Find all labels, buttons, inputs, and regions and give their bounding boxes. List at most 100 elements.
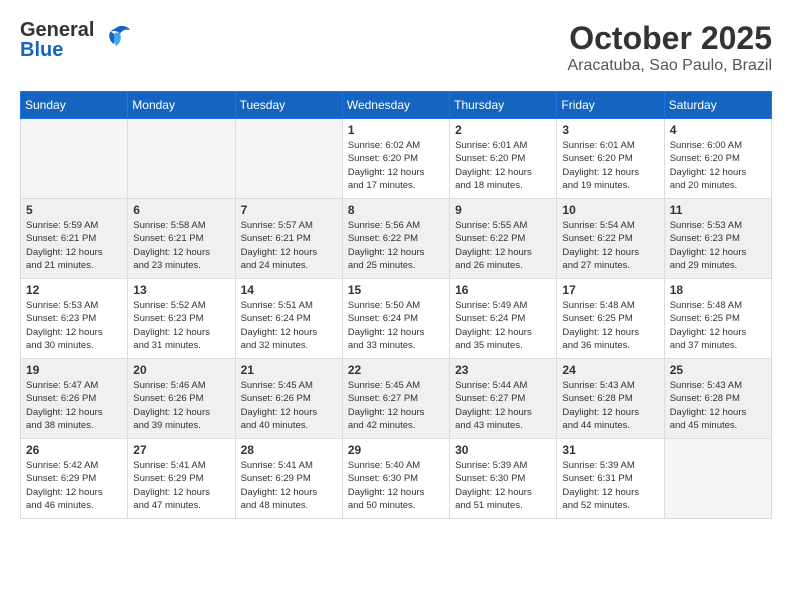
calendar-day-cell: 26 Sunrise: 5:42 AM Sunset: 6:29 PM Dayli… bbox=[21, 439, 128, 519]
day-info: Sunrise: 5:57 AM Sunset: 6:21 PM Dayligh… bbox=[241, 219, 337, 272]
day-number: 31 bbox=[562, 443, 658, 457]
subtitle: Aracatuba, Sao Paulo, Brazil bbox=[567, 57, 772, 75]
day-info: Sunrise: 5:47 AM Sunset: 6:26 PM Dayligh… bbox=[26, 379, 122, 432]
calendar-day-cell: 16Sunrise: 5:49 AM Sunset: 6:24 PM Dayli… bbox=[450, 279, 557, 359]
day-info: Sunrise: 5:56 AM Sunset: 6:22 PM Dayligh… bbox=[348, 219, 444, 272]
calendar-day-cell: 24 Sunrise: 5:43 AM Sunset: 6:28 PM Dayli… bbox=[557, 359, 664, 439]
month-title: October 2025 bbox=[567, 20, 772, 57]
day-number: 2 bbox=[455, 123, 551, 137]
day-info: Sunrise: 5:41 AM Sunset: 6:29 PM Dayligh… bbox=[241, 459, 337, 512]
day-number: 8 bbox=[348, 203, 444, 217]
day-number: 21 bbox=[241, 363, 337, 377]
day-number: 29 bbox=[348, 443, 444, 457]
day-info: Sunrise: 5:44 AM Sunset: 6:27 PM Dayligh… bbox=[455, 379, 551, 432]
day-number: 20 bbox=[133, 363, 229, 377]
day-number: 23 bbox=[455, 363, 551, 377]
day-info: Sunrise: 5:39 AM Sunset: 6:31 PM Dayligh… bbox=[562, 459, 658, 512]
day-number: 26 bbox=[26, 443, 122, 457]
day-number: 15 bbox=[348, 283, 444, 297]
calendar-day-cell: 7 Sunrise: 5:57 AM Sunset: 6:21 PM Daylig… bbox=[235, 199, 342, 279]
calendar-day-cell: 12 Sunrise: 5:53 AM Sunset: 6:23 PM Dayli… bbox=[21, 279, 128, 359]
day-number: 5 bbox=[26, 203, 122, 217]
day-info: Sunrise: 5:54 AM Sunset: 6:22 PM Dayligh… bbox=[562, 219, 658, 272]
calendar-day-cell: 15 Sunrise: 5:50 AM Sunset: 6:24 PM Dayli… bbox=[342, 279, 449, 359]
day-info: Sunrise: 5:42 AM Sunset: 6:29 PM Dayligh… bbox=[26, 459, 122, 512]
day-number: 28 bbox=[241, 443, 337, 457]
weekday-header-sunday: Sunday bbox=[21, 92, 128, 119]
day-number: 11 bbox=[670, 203, 766, 217]
day-number: 3 bbox=[562, 123, 658, 137]
day-number: 13 bbox=[133, 283, 229, 297]
calendar-day-cell: 6 Sunrise: 5:58 AM Sunset: 6:21 PM Daylig… bbox=[128, 199, 235, 279]
calendar-day-cell: 3Sunrise: 6:01 AM Sunset: 6:20 PM Daylig… bbox=[557, 119, 664, 199]
day-info: Sunrise: 6:00 AM Sunset: 6:20 PM Dayligh… bbox=[670, 139, 766, 192]
day-number: 6 bbox=[133, 203, 229, 217]
calendar-day-cell: 27 Sunrise: 5:41 AM Sunset: 6:29 PM Dayli… bbox=[128, 439, 235, 519]
calendar-day-cell: 17Sunrise: 5:48 AM Sunset: 6:25 PM Dayli… bbox=[557, 279, 664, 359]
day-info: Sunrise: 5:53 AM Sunset: 6:23 PM Dayligh… bbox=[670, 219, 766, 272]
calendar-day-cell: 5 Sunrise: 5:59 AM Sunset: 6:21 PM Daylig… bbox=[21, 199, 128, 279]
calendar-day-cell: 14Sunrise: 5:51 AM Sunset: 6:24 PM Dayli… bbox=[235, 279, 342, 359]
day-number: 12 bbox=[26, 283, 122, 297]
calendar-day-cell: 1Sunrise: 6:02 AM Sunset: 6:20 PM Daylig… bbox=[342, 119, 449, 199]
calendar-day-cell: 8 Sunrise: 5:56 AM Sunset: 6:22 PM Daylig… bbox=[342, 199, 449, 279]
day-info: Sunrise: 5:58 AM Sunset: 6:21 PM Dayligh… bbox=[133, 219, 229, 272]
day-info: Sunrise: 5:43 AM Sunset: 6:28 PM Dayligh… bbox=[670, 379, 766, 432]
calendar-day-cell: 9 Sunrise: 5:55 AM Sunset: 6:22 PM Daylig… bbox=[450, 199, 557, 279]
weekday-header-tuesday: Tuesday bbox=[235, 92, 342, 119]
day-number: 4 bbox=[670, 123, 766, 137]
day-info: Sunrise: 5:52 AM Sunset: 6:23 PM Dayligh… bbox=[133, 299, 229, 352]
day-info: Sunrise: 5:46 AM Sunset: 6:26 PM Dayligh… bbox=[133, 379, 229, 432]
day-number: 18 bbox=[670, 283, 766, 297]
calendar-day-cell: 10Sunrise: 5:54 AM Sunset: 6:22 PM Dayli… bbox=[557, 199, 664, 279]
calendar-day-cell: 23 Sunrise: 5:44 AM Sunset: 6:27 PM Dayli… bbox=[450, 359, 557, 439]
day-info: Sunrise: 5:59 AM Sunset: 6:21 PM Dayligh… bbox=[26, 219, 122, 272]
day-info: Sunrise: 5:48 AM Sunset: 6:25 PM Dayligh… bbox=[670, 299, 766, 352]
calendar-day-cell: 4 Sunrise: 6:00 AM Sunset: 6:20 PM Daylig… bbox=[664, 119, 771, 199]
calendar-day-cell: 19 Sunrise: 5:47 AM Sunset: 6:26 PM Dayli… bbox=[21, 359, 128, 439]
logo-blue: Blue bbox=[20, 40, 94, 60]
day-info: Sunrise: 5:50 AM Sunset: 6:24 PM Dayligh… bbox=[348, 299, 444, 352]
day-number: 24 bbox=[562, 363, 658, 377]
day-number: 16 bbox=[455, 283, 551, 297]
calendar-table: SundayMondayTuesdayWednesdayThursdayFrid… bbox=[20, 91, 772, 519]
day-number: 17 bbox=[562, 283, 658, 297]
day-number: 25 bbox=[670, 363, 766, 377]
day-info: Sunrise: 5:45 AM Sunset: 6:26 PM Dayligh… bbox=[241, 379, 337, 432]
calendar-week-row: 19 Sunrise: 5:47 AM Sunset: 6:26 PM Dayli… bbox=[21, 359, 772, 439]
calendar-day-cell: 21 Sunrise: 5:45 AM Sunset: 6:26 PM Dayli… bbox=[235, 359, 342, 439]
calendar-day-cell: 22 Sunrise: 5:45 AM Sunset: 6:27 PM Dayli… bbox=[342, 359, 449, 439]
day-number: 14 bbox=[241, 283, 337, 297]
day-info: Sunrise: 5:55 AM Sunset: 6:22 PM Dayligh… bbox=[455, 219, 551, 272]
day-info: Sunrise: 5:40 AM Sunset: 6:30 PM Dayligh… bbox=[348, 459, 444, 512]
weekday-header-saturday: Saturday bbox=[664, 92, 771, 119]
weekday-header-wednesday: Wednesday bbox=[342, 92, 449, 119]
calendar-day-cell: 18 Sunrise: 5:48 AM Sunset: 6:25 PM Dayli… bbox=[664, 279, 771, 359]
weekday-header-monday: Monday bbox=[128, 92, 235, 119]
day-number: 7 bbox=[241, 203, 337, 217]
day-number: 19 bbox=[26, 363, 122, 377]
day-info: Sunrise: 5:43 AM Sunset: 6:28 PM Dayligh… bbox=[562, 379, 658, 432]
calendar-day-cell: 20 Sunrise: 5:46 AM Sunset: 6:26 PM Dayli… bbox=[128, 359, 235, 439]
day-info: Sunrise: 6:01 AM Sunset: 6:20 PM Dayligh… bbox=[455, 139, 551, 192]
day-info: Sunrise: 5:41 AM Sunset: 6:29 PM Dayligh… bbox=[133, 459, 229, 512]
calendar-day-cell: 30Sunrise: 5:39 AM Sunset: 6:30 PM Dayli… bbox=[450, 439, 557, 519]
title-section: October 2025 Aracatuba, Sao Paulo, Brazi… bbox=[567, 20, 772, 75]
logo-bird-icon bbox=[100, 24, 132, 52]
calendar-day-cell: 2 Sunrise: 6:01 AM Sunset: 6:20 PM Daylig… bbox=[450, 119, 557, 199]
day-info: Sunrise: 5:45 AM Sunset: 6:27 PM Dayligh… bbox=[348, 379, 444, 432]
page-header: General Blue October 2025 Aracatuba, Sao… bbox=[20, 20, 772, 75]
day-number: 1 bbox=[348, 123, 444, 137]
calendar-week-row: 5 Sunrise: 5:59 AM Sunset: 6:21 PM Daylig… bbox=[21, 199, 772, 279]
day-number: 30 bbox=[455, 443, 551, 457]
weekday-header-thursday: Thursday bbox=[450, 92, 557, 119]
calendar-day-cell: 28 Sunrise: 5:41 AM Sunset: 6:29 PM Dayli… bbox=[235, 439, 342, 519]
calendar-empty-cell bbox=[128, 119, 235, 199]
day-number: 22 bbox=[348, 363, 444, 377]
weekday-header-friday: Friday bbox=[557, 92, 664, 119]
day-info: Sunrise: 5:53 AM Sunset: 6:23 PM Dayligh… bbox=[26, 299, 122, 352]
day-number: 27 bbox=[133, 443, 229, 457]
logo: General Blue bbox=[20, 20, 132, 60]
day-number: 9 bbox=[455, 203, 551, 217]
calendar-empty-cell bbox=[21, 119, 128, 199]
